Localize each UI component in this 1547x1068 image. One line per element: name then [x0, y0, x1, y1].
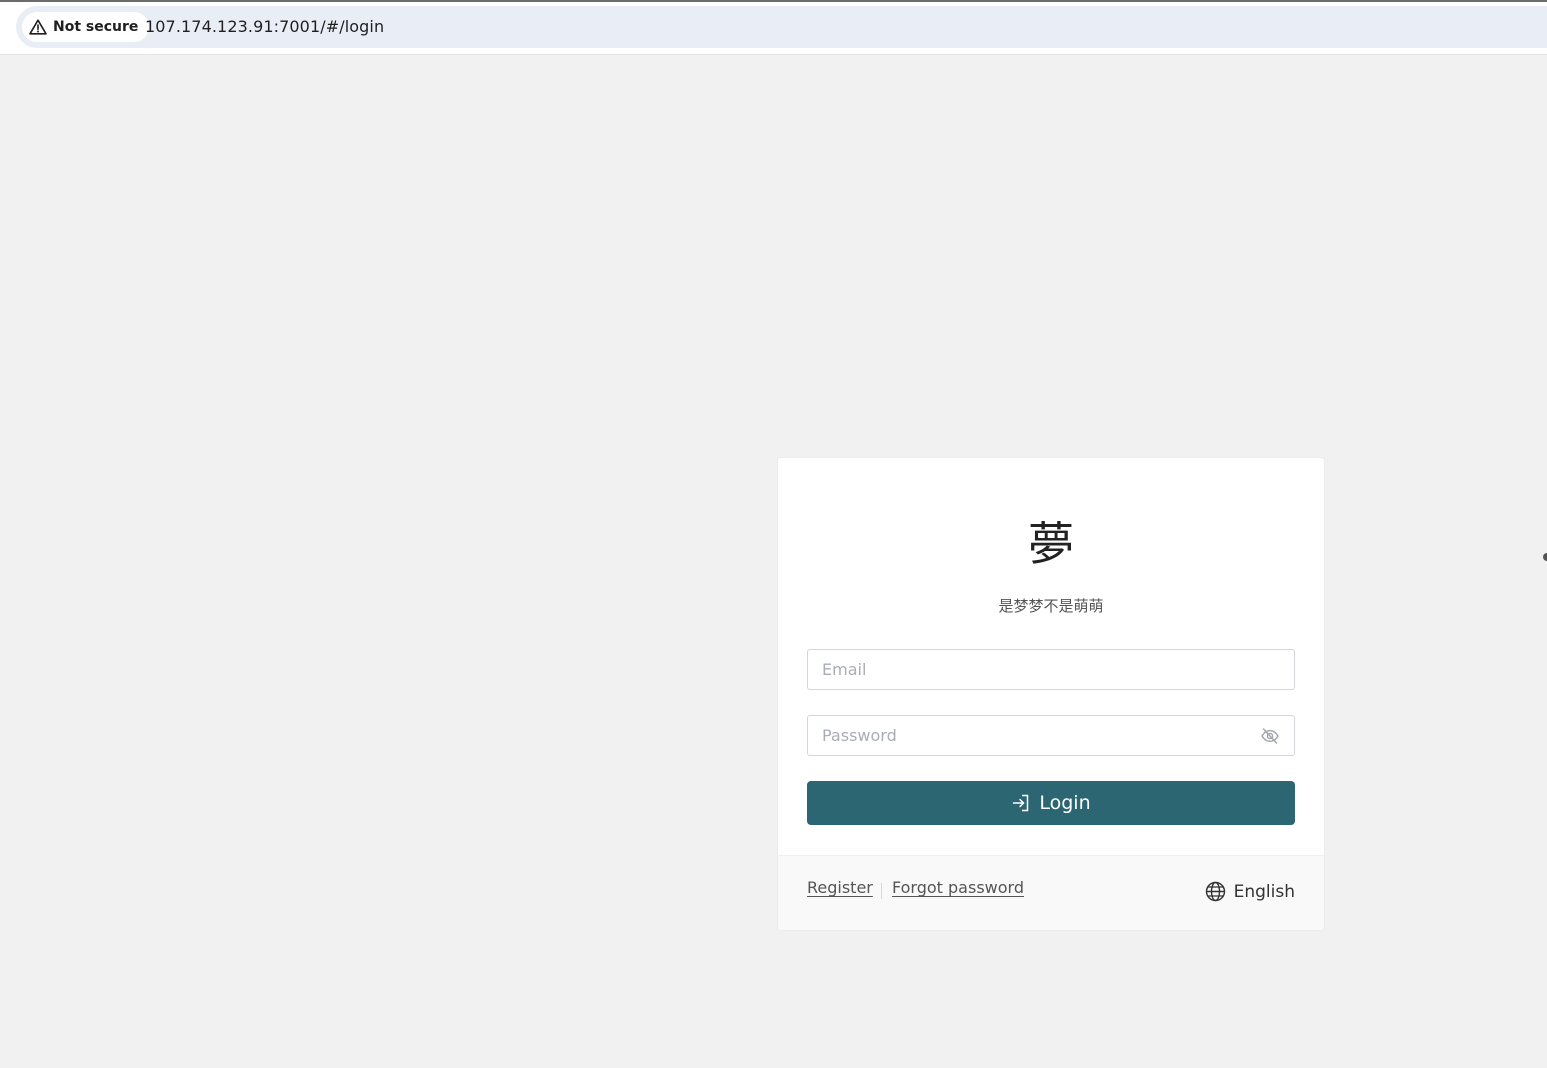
- address-bar[interactable]: Not secure 107.174.123.91:7001/#/login: [16, 6, 1547, 48]
- url-text[interactable]: 107.174.123.91:7001/#/login: [145, 6, 384, 48]
- language-switcher[interactable]: English: [1205, 881, 1295, 902]
- email-input[interactable]: [808, 650, 1294, 689]
- eye-off-icon[interactable]: [1260, 727, 1280, 745]
- globe-icon: [1205, 881, 1226, 902]
- login-button-label: Login: [1039, 792, 1091, 814]
- card-footer: Register Forgot password English: [778, 855, 1324, 930]
- security-label: Not secure: [53, 19, 139, 35]
- site-security-chip[interactable]: Not secure: [22, 12, 150, 42]
- browser-toolbar: Not secure 107.174.123.91:7001/#/login: [0, 2, 1547, 55]
- logo: 夢: [1028, 517, 1074, 571]
- password-input[interactable]: [808, 716, 1294, 755]
- window-edge-handle: [1543, 553, 1547, 561]
- language-label: English: [1233, 881, 1295, 902]
- email-field: [807, 649, 1295, 690]
- register-link[interactable]: Register: [807, 878, 873, 897]
- forgot-password-link[interactable]: Forgot password: [892, 878, 1024, 897]
- login-button[interactable]: Login: [807, 781, 1295, 825]
- footer-divider: [881, 883, 882, 899]
- login-card: 夢 是梦梦不是萌萌 Login Register Forgot password: [778, 458, 1324, 930]
- tagline: 是梦梦不是萌萌: [998, 597, 1104, 615]
- sign-in-icon: [1011, 793, 1031, 813]
- password-field: [807, 715, 1295, 756]
- warning-triangle-icon: [29, 19, 47, 35]
